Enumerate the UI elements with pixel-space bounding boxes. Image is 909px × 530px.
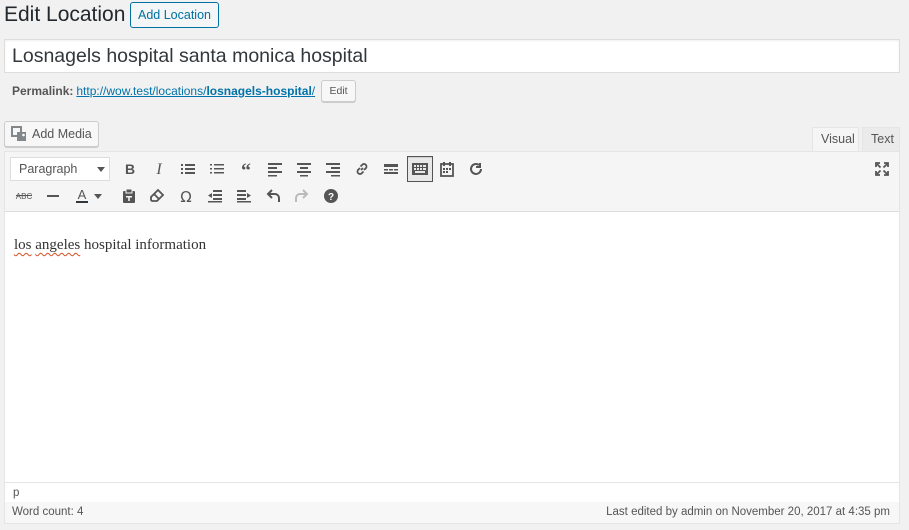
svg-text:Ω: Ω	[180, 188, 191, 204]
chevron-down-icon[interactable]	[91, 183, 105, 209]
bullet-list-icon[interactable]	[175, 156, 201, 182]
misspelled-word: angeles	[35, 237, 81, 253]
editor-content-area[interactable]: los angeles hospital information	[5, 213, 899, 482]
element-path-item[interactable]: p	[13, 487, 19, 499]
add-media-label: Add Media	[32, 127, 92, 141]
editor-content-text: los angeles hospital information	[14, 237, 206, 254]
insert-link-icon[interactable]	[349, 156, 375, 182]
chevron-down-icon	[97, 167, 105, 172]
permalink-link[interactable]: http://wow.test/locations/losnagels-hosp…	[76, 84, 315, 98]
post-title-input[interactable]: Losnagels hospital santa monica hospital	[4, 39, 900, 73]
special-character-icon[interactable]: Ω	[173, 183, 199, 209]
outdent-icon[interactable]	[202, 183, 228, 209]
refresh-icon[interactable]	[463, 156, 489, 182]
blockquote-icon[interactable]: “	[233, 156, 259, 182]
svg-text:I: I	[155, 161, 162, 177]
format-select-value: Paragraph	[19, 162, 78, 176]
svg-text:B: B	[125, 161, 135, 177]
paste-as-text-icon[interactable]	[116, 183, 142, 209]
edit-slug-button[interactable]: Edit	[321, 80, 356, 102]
editor-toolbar: Paragraph B I “ ABC A Ω ?	[5, 152, 899, 212]
calendar-icon[interactable]	[434, 156, 460, 182]
align-center-icon[interactable]	[291, 156, 317, 182]
last-edited: Last edited by admin on November 20, 201…	[606, 506, 890, 518]
italic-icon[interactable]: I	[146, 156, 172, 182]
help-icon[interactable]: ?	[318, 183, 344, 209]
horizontal-line-icon[interactable]	[40, 183, 66, 209]
indent-icon[interactable]	[231, 183, 257, 209]
tab-visual[interactable]: Visual	[812, 127, 859, 152]
word-count: Word count: 4	[12, 506, 84, 518]
permalink-label: Permalink:	[12, 84, 74, 98]
misspelled-word: los	[14, 237, 32, 253]
add-media-button[interactable]: Add Media	[4, 121, 99, 147]
svg-text:A: A	[78, 188, 87, 202]
content-text-rest: hospital information	[84, 237, 207, 253]
format-select[interactable]: Paragraph	[10, 157, 110, 181]
svg-text:?: ?	[328, 192, 334, 203]
redo-icon[interactable]	[289, 183, 315, 209]
tab-text[interactable]: Text	[862, 127, 900, 152]
align-left-icon[interactable]	[262, 156, 288, 182]
align-right-icon[interactable]	[320, 156, 346, 182]
editor: Paragraph B I “ ABC A Ω ? los angeles ho…	[4, 151, 900, 503]
media-icon	[11, 126, 27, 142]
fullscreen-icon[interactable]	[869, 156, 895, 182]
page-title: Edit Location	[4, 3, 126, 26]
post-status-bar: Word count: 4 Last edited by admin on No…	[4, 502, 900, 524]
svg-text:“: “	[241, 161, 251, 177]
element-path-bar: p	[5, 482, 899, 503]
undo-icon[interactable]	[260, 183, 286, 209]
read-more-icon[interactable]	[378, 156, 404, 182]
toolbar-toggle-icon[interactable]	[407, 156, 433, 182]
numbered-list-icon[interactable]	[204, 156, 230, 182]
add-location-button[interactable]: Add Location	[130, 2, 219, 28]
permalink-row: Permalink: http://wow.test/locations/losn…	[12, 80, 356, 104]
strikethrough-icon[interactable]: ABC	[11, 183, 37, 209]
permalink-url-prefix: http://wow.test/locations/	[76, 84, 207, 98]
svg-text:ABC: ABC	[16, 192, 33, 201]
bold-icon[interactable]: B	[117, 156, 143, 182]
clear-formatting-icon[interactable]	[144, 183, 170, 209]
permalink-url-suffix: /	[311, 84, 316, 98]
permalink-slug: losnagels-hospital	[206, 84, 312, 98]
